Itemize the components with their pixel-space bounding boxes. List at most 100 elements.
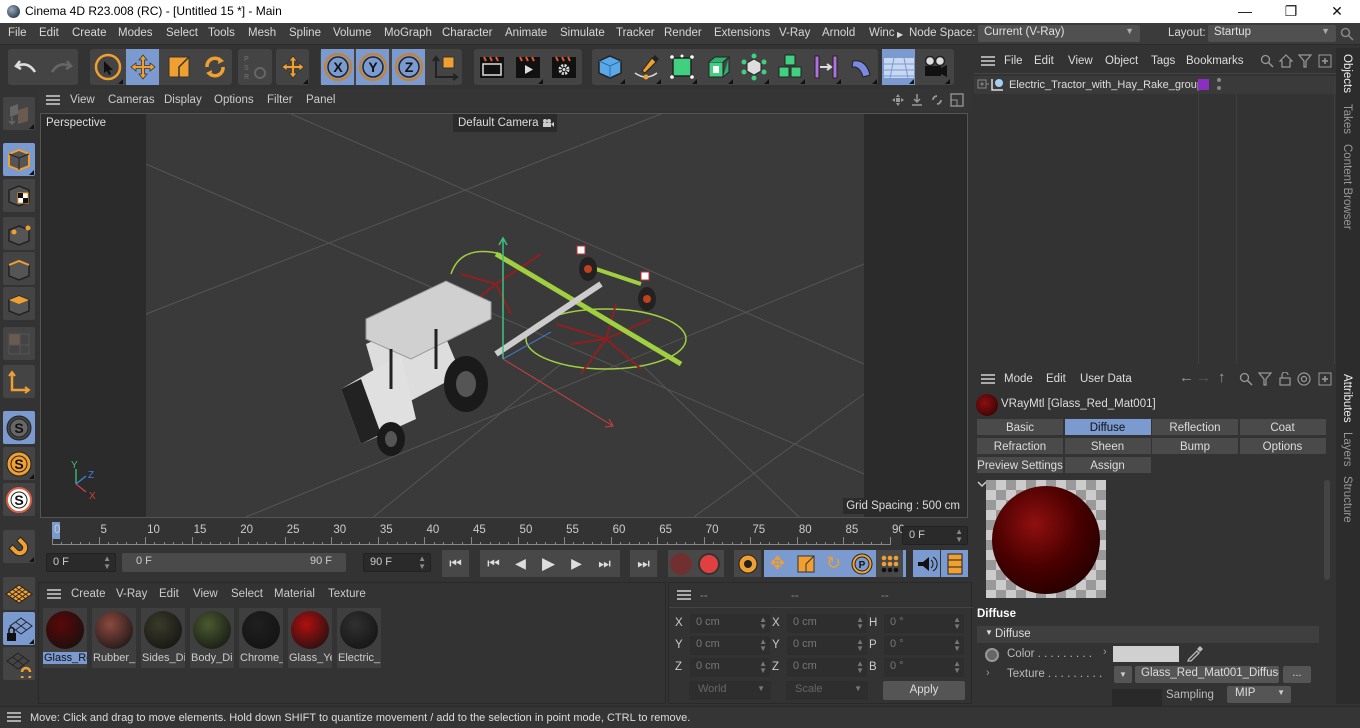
tab-content-browser[interactable]: Content Browser [1341,144,1353,230]
new-panel-icon[interactable] [1318,372,1332,386]
axis-mode-button[interactable] [3,365,35,398]
texture-mode-button[interactable] [3,179,35,212]
camera-label[interactable]: Default Camera [453,114,557,132]
start-frame-field[interactable]: 0 F ▲ ▼ [46,553,116,572]
attribute-tab-options[interactable]: Options [1238,437,1327,455]
coordinate-field[interactable]: 0 ° ▲ ▼ [884,658,964,677]
menu-character[interactable]: Character [442,27,493,39]
go-to-start-button[interactable]: ⏮ [442,550,469,577]
coordinate-field[interactable]: 0 cm ▲ ▼ [787,614,867,633]
attribute-tab-diffuse[interactable]: Diffuse [1063,418,1152,436]
solo-button[interactable]: S [3,411,35,444]
floor-button[interactable] [882,49,915,85]
z-axis-lock-button[interactable]: Z [392,49,425,85]
hamburger-menu-icon[interactable] [677,590,691,600]
attr-menu-edit[interactable]: Edit [1046,373,1066,385]
tab-layers[interactable]: Layers [1341,432,1353,467]
home-icon[interactable] [1279,54,1293,68]
object-menu-view[interactable]: View [1068,55,1093,67]
color-swatch[interactable] [1113,646,1179,662]
object-menu-tags[interactable]: Tags [1151,55,1175,67]
model-mode-button[interactable] [3,143,35,176]
menu-vray[interactable]: V-Ray [779,27,810,39]
point-mode-button[interactable] [3,217,35,250]
menu-overflow-arrow-icon[interactable]: ▶ [897,30,903,39]
render-settings-button[interactable] [547,49,580,85]
search-icon[interactable] [1260,54,1274,68]
camera-button[interactable] [918,49,951,85]
layout-dropdown[interactable]: Startup ▼ [1208,25,1336,42]
edge-mode-button[interactable] [3,252,35,285]
record-keys-button[interactable] [670,553,692,575]
menu-render[interactable]: Render [664,27,702,39]
attribute-tab-bump[interactable]: Bump [1151,437,1239,455]
material-swatch[interactable]: Body_Di [190,608,234,668]
up-arrow-icon[interactable]: ↑ [1218,369,1226,386]
material-menu-view[interactable]: View [193,588,218,600]
object-row[interactable]: Electric_Tractor_with_Hay_Rake_group [974,76,1336,94]
solo-hierarchy-button[interactable]: S [3,483,35,516]
menu-simulate[interactable]: Simulate [560,27,605,39]
material-swatch[interactable]: Sides_Di [141,608,185,668]
key-position-button[interactable]: ✥ [764,550,791,577]
coordinate-mode-dropdown[interactable]: Scale ▼ [786,681,868,700]
attribute-tab-refraction[interactable]: Refraction [976,437,1064,455]
attr-menu-mode[interactable]: Mode [1004,373,1033,385]
material-menu-select[interactable]: Select [231,588,263,600]
back-arrow-icon[interactable]: ← [1179,369,1194,386]
array-button[interactable] [773,49,806,85]
coordinate-space-dropdown[interactable]: World ▼ [689,681,771,700]
search-icon[interactable] [1340,27,1354,41]
x-axis-lock-button[interactable]: X [321,49,354,85]
key-rotation-button[interactable]: ↻ [820,550,847,577]
object-name[interactable]: Electric_Tractor_with_Hay_Rake_group [1009,79,1203,91]
viewport-menu-options[interactable]: Options [214,94,254,106]
texture-dropdown-button[interactable]: ▼ [1114,666,1132,683]
color-animate-radio[interactable] [985,648,999,662]
target-icon[interactable] [1297,372,1311,386]
play-button[interactable]: ▶ [535,550,562,577]
lock-icon[interactable] [1278,372,1292,386]
psr-reset-button[interactable]: PSR [238,49,271,85]
redo-button[interactable] [44,49,77,85]
diffuse-group-header[interactable]: ▼ Diffuse [977,626,1319,643]
node-space-dropdown[interactable]: Current (V-Ray) ▼ [978,25,1140,42]
coordinate-system-button[interactable] [428,49,461,85]
attribute-tab-reflection[interactable]: Reflection [1151,418,1239,436]
texture-path-button[interactable]: Glass_Red_Mat001_Diffuse. [1135,666,1279,683]
material-swatch[interactable]: Electric_ [337,608,381,668]
bend-button[interactable] [845,49,878,85]
object-menu-bookmarks[interactable]: Bookmarks [1186,55,1256,67]
menu-file[interactable]: File [8,27,27,39]
sampling-dropdown[interactable]: MIP ▼ [1227,686,1291,703]
menu-window[interactable]: Winc [869,27,895,39]
coordinate-field[interactable]: 0 cm ▲ ▼ [690,614,770,633]
coordinate-field[interactable]: 0 cm ▲ ▼ [690,658,770,677]
deformer-button[interactable] [809,49,842,85]
coordinate-field[interactable]: 0 cm ▲ ▼ [787,636,867,655]
render-view-button[interactable] [475,49,508,85]
next-frame-button[interactable]: ▶ [563,550,590,577]
menu-animate[interactable]: Animate [505,27,547,39]
key-parameter-button[interactable]: P [848,550,875,577]
previous-frame-button[interactable]: ◀ [507,550,534,577]
render-visibility-dot[interactable] [1217,86,1221,90]
viewport-menu-view[interactable]: View [70,94,95,106]
menu-create[interactable]: Create [72,27,107,39]
hamburger-menu-icon[interactable] [46,95,60,105]
key-settings-button[interactable] [734,550,761,577]
tab-takes[interactable]: Takes [1341,104,1353,134]
expand-arrow-icon[interactable]: › [1103,646,1107,658]
editor-visibility-dot[interactable] [1217,78,1221,82]
attribute-tab-assign[interactable]: Assign [1063,456,1152,474]
hamburger-menu-icon[interactable] [981,374,995,384]
material-menu-texture[interactable]: Texture [328,588,366,600]
viewport-menu-filter[interactable]: Filter [267,94,293,106]
y-axis-lock-button[interactable]: Y [356,49,389,85]
frame-range-slider[interactable]: 0 F 90 F [122,553,346,572]
material-swatch[interactable]: Glass_Ye [288,608,332,668]
close-button[interactable]: ✕ [1314,0,1360,23]
material-menu-material[interactable]: Material [274,588,315,600]
end-frame-field[interactable]: 90 F ▲ ▼ [363,553,431,572]
scale-tool-button[interactable] [162,49,195,85]
